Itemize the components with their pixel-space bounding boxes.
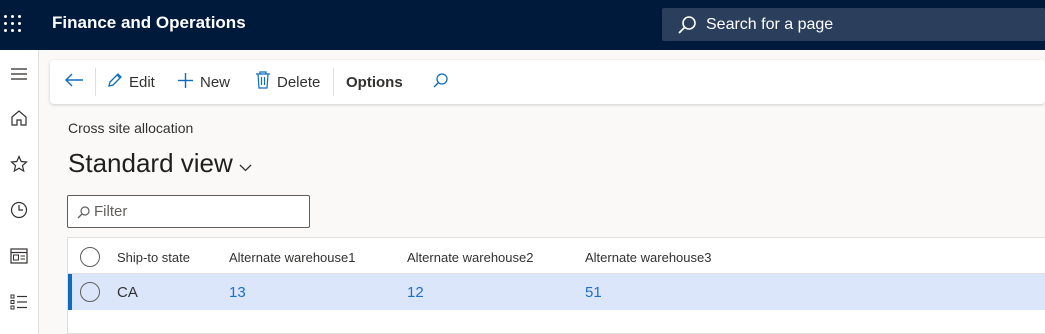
data-grid: Ship-to state Alternate warehouse1 Alter… bbox=[67, 237, 1045, 334]
back-button[interactable] bbox=[64, 60, 90, 104]
pencil-icon bbox=[106, 72, 129, 93]
delete-label: Delete bbox=[277, 73, 321, 91]
menu-icon[interactable] bbox=[0, 59, 38, 89]
list-icon[interactable] bbox=[0, 287, 38, 317]
back-arrow-icon bbox=[64, 72, 90, 92]
select-all-radio[interactable] bbox=[80, 247, 100, 267]
find-button[interactable] bbox=[432, 60, 455, 104]
column-header-alternate-warehouse2[interactable]: Alternate warehouse2 bbox=[407, 250, 533, 265]
home-icon[interactable] bbox=[0, 103, 38, 133]
command-bar: Edit New Delete Options bbox=[50, 60, 1045, 104]
workspace-icon[interactable] bbox=[0, 241, 38, 271]
page-caption: Cross site allocation bbox=[68, 120, 194, 136]
table-row[interactable]: CA 13 12 51 bbox=[68, 274, 1045, 310]
view-title: Standard view bbox=[68, 148, 233, 178]
selected-row-marker bbox=[68, 274, 72, 310]
search-icon bbox=[432, 72, 455, 93]
cell-alternate-warehouse2[interactable]: 12 bbox=[407, 284, 424, 301]
cell-ship-to-state[interactable]: CA bbox=[117, 284, 138, 301]
column-header-ship-to-state[interactable]: Ship-to state bbox=[117, 250, 190, 265]
edit-label: Edit bbox=[129, 73, 155, 91]
delete-button[interactable]: Delete bbox=[255, 60, 320, 104]
top-bar: Finance and Operations Search for a page bbox=[0, 0, 1045, 50]
page-search-box[interactable]: Search for a page bbox=[662, 8, 1045, 41]
star-icon[interactable] bbox=[0, 149, 38, 179]
filter-input[interactable] bbox=[94, 201, 294, 222]
row-select-radio[interactable] bbox=[80, 282, 100, 302]
clock-icon[interactable] bbox=[0, 195, 38, 225]
cell-alternate-warehouse1[interactable]: 13 bbox=[229, 284, 246, 301]
grid-header-row: Ship-to state Alternate warehouse1 Alter… bbox=[68, 238, 1045, 274]
plus-icon bbox=[177, 72, 200, 93]
cell-alternate-warehouse3[interactable]: 51 bbox=[585, 284, 602, 301]
options-tab[interactable]: Options bbox=[346, 60, 403, 104]
toolbar-divider bbox=[95, 68, 96, 96]
column-header-alternate-warehouse1[interactable]: Alternate warehouse1 bbox=[229, 250, 355, 265]
view-selector[interactable]: Standard view bbox=[68, 148, 252, 179]
search-icon bbox=[677, 15, 697, 40]
toolbar-divider bbox=[333, 68, 334, 96]
new-label: New bbox=[200, 73, 231, 91]
edit-button[interactable]: Edit bbox=[106, 60, 155, 104]
app-title: Finance and Operations bbox=[52, 13, 246, 32]
new-button[interactable]: New bbox=[177, 60, 230, 104]
left-nav bbox=[0, 50, 39, 334]
search-label: Search for a page bbox=[706, 16, 834, 33]
trash-icon bbox=[255, 71, 277, 93]
filter-field[interactable] bbox=[67, 195, 310, 228]
column-header-alternate-warehouse3[interactable]: Alternate warehouse3 bbox=[585, 250, 711, 265]
app-launcher-icon[interactable] bbox=[3, 14, 23, 34]
chevron-down-icon bbox=[233, 148, 252, 179]
